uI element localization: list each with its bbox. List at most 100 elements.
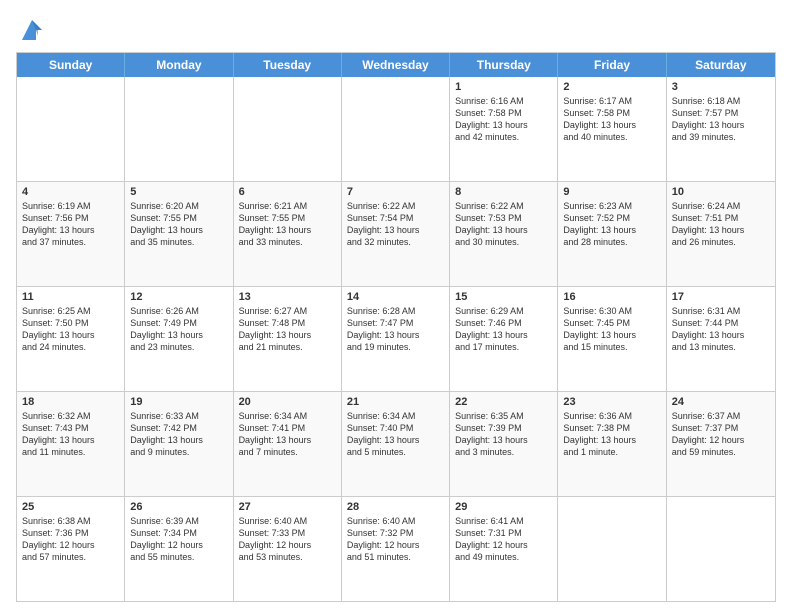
cell-date: 23 [563, 396, 660, 408]
cell-info: Sunrise: 6:41 AMSunset: 7:31 PMDaylight:… [455, 515, 552, 564]
cell-date: 15 [455, 291, 552, 303]
cell-date: 21 [347, 396, 444, 408]
cell-date: 24 [672, 396, 770, 408]
cal-cell: 28 Sunrise: 6:40 AMSunset: 7:32 PMDayligh… [342, 497, 450, 601]
cell-date: 9 [563, 186, 660, 198]
cell-info: Sunrise: 6:21 AMSunset: 7:55 PMDaylight:… [239, 200, 336, 249]
calendar: SundayMondayTuesdayWednesdayThursdayFrid… [16, 52, 776, 602]
cell-date: 5 [130, 186, 227, 198]
cal-cell: 21 Sunrise: 6:34 AMSunset: 7:40 PMDayligh… [342, 392, 450, 496]
cal-cell [558, 497, 666, 601]
cal-cell: 27 Sunrise: 6:40 AMSunset: 7:33 PMDayligh… [234, 497, 342, 601]
logo [16, 16, 46, 44]
cal-cell: 5 Sunrise: 6:20 AMSunset: 7:55 PMDaylight… [125, 182, 233, 286]
cal-cell: 10Sunrise: 6:24 AMSunset: 7:51 PMDayligh… [667, 182, 775, 286]
cal-row-2: 11Sunrise: 6:25 AMSunset: 7:50 PMDayligh… [17, 287, 775, 392]
cell-date: 4 [22, 186, 119, 198]
cell-info: Sunrise: 6:34 AMSunset: 7:40 PMDaylight:… [347, 410, 444, 459]
cell-date: 27 [239, 501, 336, 513]
cal-cell: 3Sunrise: 6:18 AMSunset: 7:57 PMDaylight… [667, 77, 775, 181]
cell-info: Sunrise: 6:30 AMSunset: 7:45 PMDaylight:… [563, 305, 660, 354]
cell-date: 6 [239, 186, 336, 198]
cal-row-0: 1 Sunrise: 6:16 AMSunset: 7:58 PMDaylight… [17, 77, 775, 182]
cal-cell [17, 77, 125, 181]
cal-cell: 24 Sunrise: 6:37 AMSunset: 7:37 PMDayligh… [667, 392, 775, 496]
cell-info: Sunrise: 6:39 AMSunset: 7:34 PMDaylight:… [130, 515, 227, 564]
cal-cell: 9Sunrise: 6:23 AMSunset: 7:52 PMDaylight… [558, 182, 666, 286]
cell-info: Sunrise: 6:38 AMSunset: 7:36 PMDaylight:… [22, 515, 119, 564]
cal-cell: 26 Sunrise: 6:39 AMSunset: 7:34 PMDayligh… [125, 497, 233, 601]
cell-date: 17 [672, 291, 770, 303]
cell-date: 26 [130, 501, 227, 513]
cell-date: 12 [130, 291, 227, 303]
cal-cell: 2Sunrise: 6:17 AMSunset: 7:58 PMDaylight… [558, 77, 666, 181]
logo-icon [18, 16, 46, 44]
cal-cell: 6 Sunrise: 6:21 AMSunset: 7:55 PMDaylight… [234, 182, 342, 286]
cal-header-day-thursday: Thursday [450, 53, 558, 77]
header [16, 16, 776, 44]
cal-cell: 25 Sunrise: 6:38 AMSunset: 7:36 PMDayligh… [17, 497, 125, 601]
cell-date: 28 [347, 501, 444, 513]
cell-info: Sunrise: 6:16 AMSunset: 7:58 PMDaylight:… [455, 95, 552, 144]
cal-cell: 29Sunrise: 6:41 AMSunset: 7:31 PMDayligh… [450, 497, 558, 601]
cell-date: 20 [239, 396, 336, 408]
calendar-header: SundayMondayTuesdayWednesdayThursdayFrid… [17, 53, 775, 77]
cell-info: Sunrise: 6:40 AMSunset: 7:32 PMDaylight:… [347, 515, 444, 564]
cal-cell [667, 497, 775, 601]
cell-date: 1 [455, 81, 552, 93]
cell-info: Sunrise: 6:32 AMSunset: 7:43 PMDaylight:… [22, 410, 119, 459]
cal-header-day-wednesday: Wednesday [342, 53, 450, 77]
cell-info: Sunrise: 6:29 AMSunset: 7:46 PMDaylight:… [455, 305, 552, 354]
cell-info: Sunrise: 6:31 AMSunset: 7:44 PMDaylight:… [672, 305, 770, 354]
cell-info: Sunrise: 6:22 AMSunset: 7:53 PMDaylight:… [455, 200, 552, 249]
cal-cell: 13 Sunrise: 6:27 AMSunset: 7:48 PMDayligh… [234, 287, 342, 391]
cal-header-day-saturday: Saturday [667, 53, 775, 77]
page: SundayMondayTuesdayWednesdayThursdayFrid… [0, 0, 792, 612]
cal-row-4: 25 Sunrise: 6:38 AMSunset: 7:36 PMDayligh… [17, 497, 775, 601]
cal-cell: 15 Sunrise: 6:29 AMSunset: 7:46 PMDayligh… [450, 287, 558, 391]
cal-header-day-tuesday: Tuesday [234, 53, 342, 77]
cell-date: 13 [239, 291, 336, 303]
cal-cell [234, 77, 342, 181]
cell-date: 19 [130, 396, 227, 408]
cell-info: Sunrise: 6:34 AMSunset: 7:41 PMDaylight:… [239, 410, 336, 459]
calendar-body: 1 Sunrise: 6:16 AMSunset: 7:58 PMDaylight… [17, 77, 775, 601]
cell-date: 2 [563, 81, 660, 93]
cell-info: Sunrise: 6:20 AMSunset: 7:55 PMDaylight:… [130, 200, 227, 249]
cal-cell: 16 Sunrise: 6:30 AMSunset: 7:45 PMDayligh… [558, 287, 666, 391]
cal-row-3: 18 Sunrise: 6:32 AMSunset: 7:43 PMDayligh… [17, 392, 775, 497]
cell-date: 25 [22, 501, 119, 513]
cal-cell [125, 77, 233, 181]
cell-date: 16 [563, 291, 660, 303]
cal-header-day-monday: Monday [125, 53, 233, 77]
cal-cell: 14 Sunrise: 6:28 AMSunset: 7:47 PMDayligh… [342, 287, 450, 391]
cal-cell: 8 Sunrise: 6:22 AMSunset: 7:53 PMDaylight… [450, 182, 558, 286]
cell-date: 8 [455, 186, 552, 198]
cal-row-1: 4 Sunrise: 6:19 AMSunset: 7:56 PMDaylight… [17, 182, 775, 287]
cal-header-day-friday: Friday [558, 53, 666, 77]
cell-info: Sunrise: 6:19 AMSunset: 7:56 PMDaylight:… [22, 200, 119, 249]
cell-date: 3 [672, 81, 770, 93]
cal-cell: 1 Sunrise: 6:16 AMSunset: 7:58 PMDaylight… [450, 77, 558, 181]
cell-info: Sunrise: 6:22 AMSunset: 7:54 PMDaylight:… [347, 200, 444, 249]
cal-cell: 11Sunrise: 6:25 AMSunset: 7:50 PMDayligh… [17, 287, 125, 391]
cell-date: 22 [455, 396, 552, 408]
cal-header-day-sunday: Sunday [17, 53, 125, 77]
cell-date: 18 [22, 396, 119, 408]
cal-cell: 19Sunrise: 6:33 AMSunset: 7:42 PMDayligh… [125, 392, 233, 496]
cell-info: Sunrise: 6:28 AMSunset: 7:47 PMDaylight:… [347, 305, 444, 354]
cal-cell: 18 Sunrise: 6:32 AMSunset: 7:43 PMDayligh… [17, 392, 125, 496]
cell-date: 7 [347, 186, 444, 198]
cell-info: Sunrise: 6:40 AMSunset: 7:33 PMDaylight:… [239, 515, 336, 564]
cell-info: Sunrise: 6:37 AMSunset: 7:37 PMDaylight:… [672, 410, 770, 459]
cell-info: Sunrise: 6:27 AMSunset: 7:48 PMDaylight:… [239, 305, 336, 354]
cell-info: Sunrise: 6:36 AMSunset: 7:38 PMDaylight:… [563, 410, 660, 459]
cal-cell: 23 Sunrise: 6:36 AMSunset: 7:38 PMDayligh… [558, 392, 666, 496]
cal-cell: 4 Sunrise: 6:19 AMSunset: 7:56 PMDaylight… [17, 182, 125, 286]
cal-cell: 7 Sunrise: 6:22 AMSunset: 7:54 PMDaylight… [342, 182, 450, 286]
cell-info: Sunrise: 6:24 AMSunset: 7:51 PMDaylight:… [672, 200, 770, 249]
cal-cell [342, 77, 450, 181]
cell-date: 14 [347, 291, 444, 303]
cal-cell: 12Sunrise: 6:26 AMSunset: 7:49 PMDayligh… [125, 287, 233, 391]
cal-cell: 17 Sunrise: 6:31 AMSunset: 7:44 PMDayligh… [667, 287, 775, 391]
